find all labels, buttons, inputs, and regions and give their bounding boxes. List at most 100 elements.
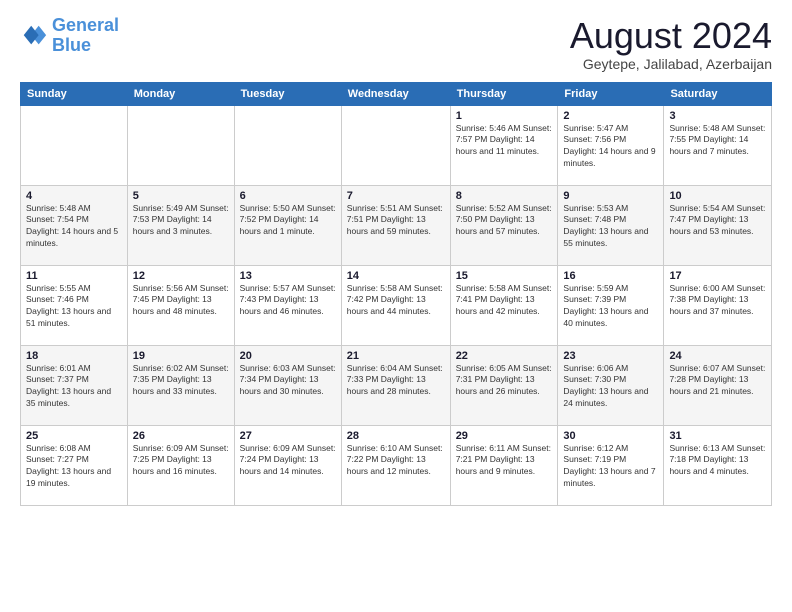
logo: General Blue	[20, 16, 119, 56]
day-number: 13	[240, 270, 336, 282]
day-number: 14	[347, 270, 445, 282]
day-info: Sunrise: 6:10 AM Sunset: 7:22 PM Dayligh…	[347, 443, 445, 479]
page: General Blue August 2024 Geytepe, Jalila…	[0, 0, 792, 612]
calendar-cell: 11Sunrise: 5:55 AM Sunset: 7:46 PM Dayli…	[21, 265, 128, 345]
calendar-cell: 30Sunrise: 6:12 AM Sunset: 7:19 PM Dayli…	[558, 425, 664, 505]
logo-icon	[20, 22, 48, 50]
calendar-cell: 17Sunrise: 6:00 AM Sunset: 7:38 PM Dayli…	[664, 265, 772, 345]
day-info: Sunrise: 6:04 AM Sunset: 7:33 PM Dayligh…	[347, 363, 445, 399]
day-number: 27	[240, 430, 336, 442]
calendar-cell: 22Sunrise: 6:05 AM Sunset: 7:31 PM Dayli…	[450, 345, 558, 425]
calendar-week-row: 18Sunrise: 6:01 AM Sunset: 7:37 PM Dayli…	[21, 345, 772, 425]
calendar-week-row: 1Sunrise: 5:46 AM Sunset: 7:57 PM Daylig…	[21, 105, 772, 185]
day-number: 1	[456, 110, 553, 122]
day-info: Sunrise: 6:00 AM Sunset: 7:38 PM Dayligh…	[669, 283, 766, 319]
calendar-week-row: 4Sunrise: 5:48 AM Sunset: 7:54 PM Daylig…	[21, 185, 772, 265]
calendar-cell: 3Sunrise: 5:48 AM Sunset: 7:55 PM Daylig…	[664, 105, 772, 185]
day-number: 12	[133, 270, 229, 282]
calendar-cell: 28Sunrise: 6:10 AM Sunset: 7:22 PM Dayli…	[341, 425, 450, 505]
calendar-header-row: SundayMondayTuesdayWednesdayThursdayFrid…	[21, 82, 772, 105]
day-number: 15	[456, 270, 553, 282]
day-info: Sunrise: 5:57 AM Sunset: 7:43 PM Dayligh…	[240, 283, 336, 319]
calendar-cell: 29Sunrise: 6:11 AM Sunset: 7:21 PM Dayli…	[450, 425, 558, 505]
day-number: 24	[669, 350, 766, 362]
calendar-cell: 9Sunrise: 5:53 AM Sunset: 7:48 PM Daylig…	[558, 185, 664, 265]
main-title: August 2024	[570, 16, 772, 56]
day-number: 30	[563, 430, 658, 442]
calendar-cell: 18Sunrise: 6:01 AM Sunset: 7:37 PM Dayli…	[21, 345, 128, 425]
weekday-header: Sunday	[21, 82, 128, 105]
day-number: 18	[26, 350, 122, 362]
day-number: 21	[347, 350, 445, 362]
day-info: Sunrise: 6:03 AM Sunset: 7:34 PM Dayligh…	[240, 363, 336, 399]
day-number: 25	[26, 430, 122, 442]
day-info: Sunrise: 6:11 AM Sunset: 7:21 PM Dayligh…	[456, 443, 553, 479]
header-section: General Blue August 2024 Geytepe, Jalila…	[20, 16, 772, 72]
day-number: 9	[563, 190, 658, 202]
day-number: 6	[240, 190, 336, 202]
day-info: Sunrise: 6:09 AM Sunset: 7:25 PM Dayligh…	[133, 443, 229, 479]
calendar-cell: 14Sunrise: 5:58 AM Sunset: 7:42 PM Dayli…	[341, 265, 450, 345]
day-info: Sunrise: 5:58 AM Sunset: 7:42 PM Dayligh…	[347, 283, 445, 319]
day-info: Sunrise: 5:48 AM Sunset: 7:54 PM Dayligh…	[26, 203, 122, 251]
day-info: Sunrise: 5:47 AM Sunset: 7:56 PM Dayligh…	[563, 123, 658, 171]
day-info: Sunrise: 6:07 AM Sunset: 7:28 PM Dayligh…	[669, 363, 766, 399]
logo-line1: General	[52, 15, 119, 35]
day-number: 17	[669, 270, 766, 282]
calendar-cell: 4Sunrise: 5:48 AM Sunset: 7:54 PM Daylig…	[21, 185, 128, 265]
day-info: Sunrise: 5:49 AM Sunset: 7:53 PM Dayligh…	[133, 203, 229, 239]
day-info: Sunrise: 5:46 AM Sunset: 7:57 PM Dayligh…	[456, 123, 553, 159]
calendar-cell: 7Sunrise: 5:51 AM Sunset: 7:51 PM Daylig…	[341, 185, 450, 265]
day-info: Sunrise: 5:55 AM Sunset: 7:46 PM Dayligh…	[26, 283, 122, 331]
calendar-cell: 5Sunrise: 5:49 AM Sunset: 7:53 PM Daylig…	[127, 185, 234, 265]
calendar-cell: 20Sunrise: 6:03 AM Sunset: 7:34 PM Dayli…	[234, 345, 341, 425]
day-number: 28	[347, 430, 445, 442]
calendar-cell: 24Sunrise: 6:07 AM Sunset: 7:28 PM Dayli…	[664, 345, 772, 425]
calendar-cell: 31Sunrise: 6:13 AM Sunset: 7:18 PM Dayli…	[664, 425, 772, 505]
weekday-header: Saturday	[664, 82, 772, 105]
day-info: Sunrise: 5:56 AM Sunset: 7:45 PM Dayligh…	[133, 283, 229, 319]
calendar-cell: 21Sunrise: 6:04 AM Sunset: 7:33 PM Dayli…	[341, 345, 450, 425]
calendar-cell: 15Sunrise: 5:58 AM Sunset: 7:41 PM Dayli…	[450, 265, 558, 345]
weekday-header: Thursday	[450, 82, 558, 105]
day-info: Sunrise: 5:48 AM Sunset: 7:55 PM Dayligh…	[669, 123, 766, 159]
calendar-cell	[341, 105, 450, 185]
day-info: Sunrise: 5:51 AM Sunset: 7:51 PM Dayligh…	[347, 203, 445, 239]
day-info: Sunrise: 5:53 AM Sunset: 7:48 PM Dayligh…	[563, 203, 658, 251]
day-number: 31	[669, 430, 766, 442]
day-info: Sunrise: 5:59 AM Sunset: 7:39 PM Dayligh…	[563, 283, 658, 331]
calendar-cell: 12Sunrise: 5:56 AM Sunset: 7:45 PM Dayli…	[127, 265, 234, 345]
day-info: Sunrise: 6:08 AM Sunset: 7:27 PM Dayligh…	[26, 443, 122, 491]
calendar-cell	[21, 105, 128, 185]
calendar-week-row: 11Sunrise: 5:55 AM Sunset: 7:46 PM Dayli…	[21, 265, 772, 345]
day-number: 5	[133, 190, 229, 202]
day-number: 2	[563, 110, 658, 122]
day-info: Sunrise: 6:12 AM Sunset: 7:19 PM Dayligh…	[563, 443, 658, 491]
weekday-header: Monday	[127, 82, 234, 105]
logo-text: General Blue	[52, 16, 119, 56]
day-number: 20	[240, 350, 336, 362]
logo-line2: Blue	[52, 35, 91, 55]
calendar-cell: 1Sunrise: 5:46 AM Sunset: 7:57 PM Daylig…	[450, 105, 558, 185]
calendar-cell: 13Sunrise: 5:57 AM Sunset: 7:43 PM Dayli…	[234, 265, 341, 345]
calendar-table: SundayMondayTuesdayWednesdayThursdayFrid…	[20, 82, 772, 506]
weekday-header: Friday	[558, 82, 664, 105]
calendar-cell: 23Sunrise: 6:06 AM Sunset: 7:30 PM Dayli…	[558, 345, 664, 425]
day-info: Sunrise: 6:02 AM Sunset: 7:35 PM Dayligh…	[133, 363, 229, 399]
calendar-cell: 19Sunrise: 6:02 AM Sunset: 7:35 PM Dayli…	[127, 345, 234, 425]
calendar-cell: 16Sunrise: 5:59 AM Sunset: 7:39 PM Dayli…	[558, 265, 664, 345]
day-info: Sunrise: 5:54 AM Sunset: 7:47 PM Dayligh…	[669, 203, 766, 239]
day-info: Sunrise: 5:58 AM Sunset: 7:41 PM Dayligh…	[456, 283, 553, 319]
day-number: 29	[456, 430, 553, 442]
calendar-cell: 25Sunrise: 6:08 AM Sunset: 7:27 PM Dayli…	[21, 425, 128, 505]
day-number: 11	[26, 270, 122, 282]
day-number: 19	[133, 350, 229, 362]
calendar-cell: 10Sunrise: 5:54 AM Sunset: 7:47 PM Dayli…	[664, 185, 772, 265]
calendar-cell	[234, 105, 341, 185]
calendar-cell: 6Sunrise: 5:50 AM Sunset: 7:52 PM Daylig…	[234, 185, 341, 265]
calendar-cell	[127, 105, 234, 185]
calendar-cell: 8Sunrise: 5:52 AM Sunset: 7:50 PM Daylig…	[450, 185, 558, 265]
day-info: Sunrise: 6:09 AM Sunset: 7:24 PM Dayligh…	[240, 443, 336, 479]
day-number: 7	[347, 190, 445, 202]
day-info: Sunrise: 6:13 AM Sunset: 7:18 PM Dayligh…	[669, 443, 766, 479]
